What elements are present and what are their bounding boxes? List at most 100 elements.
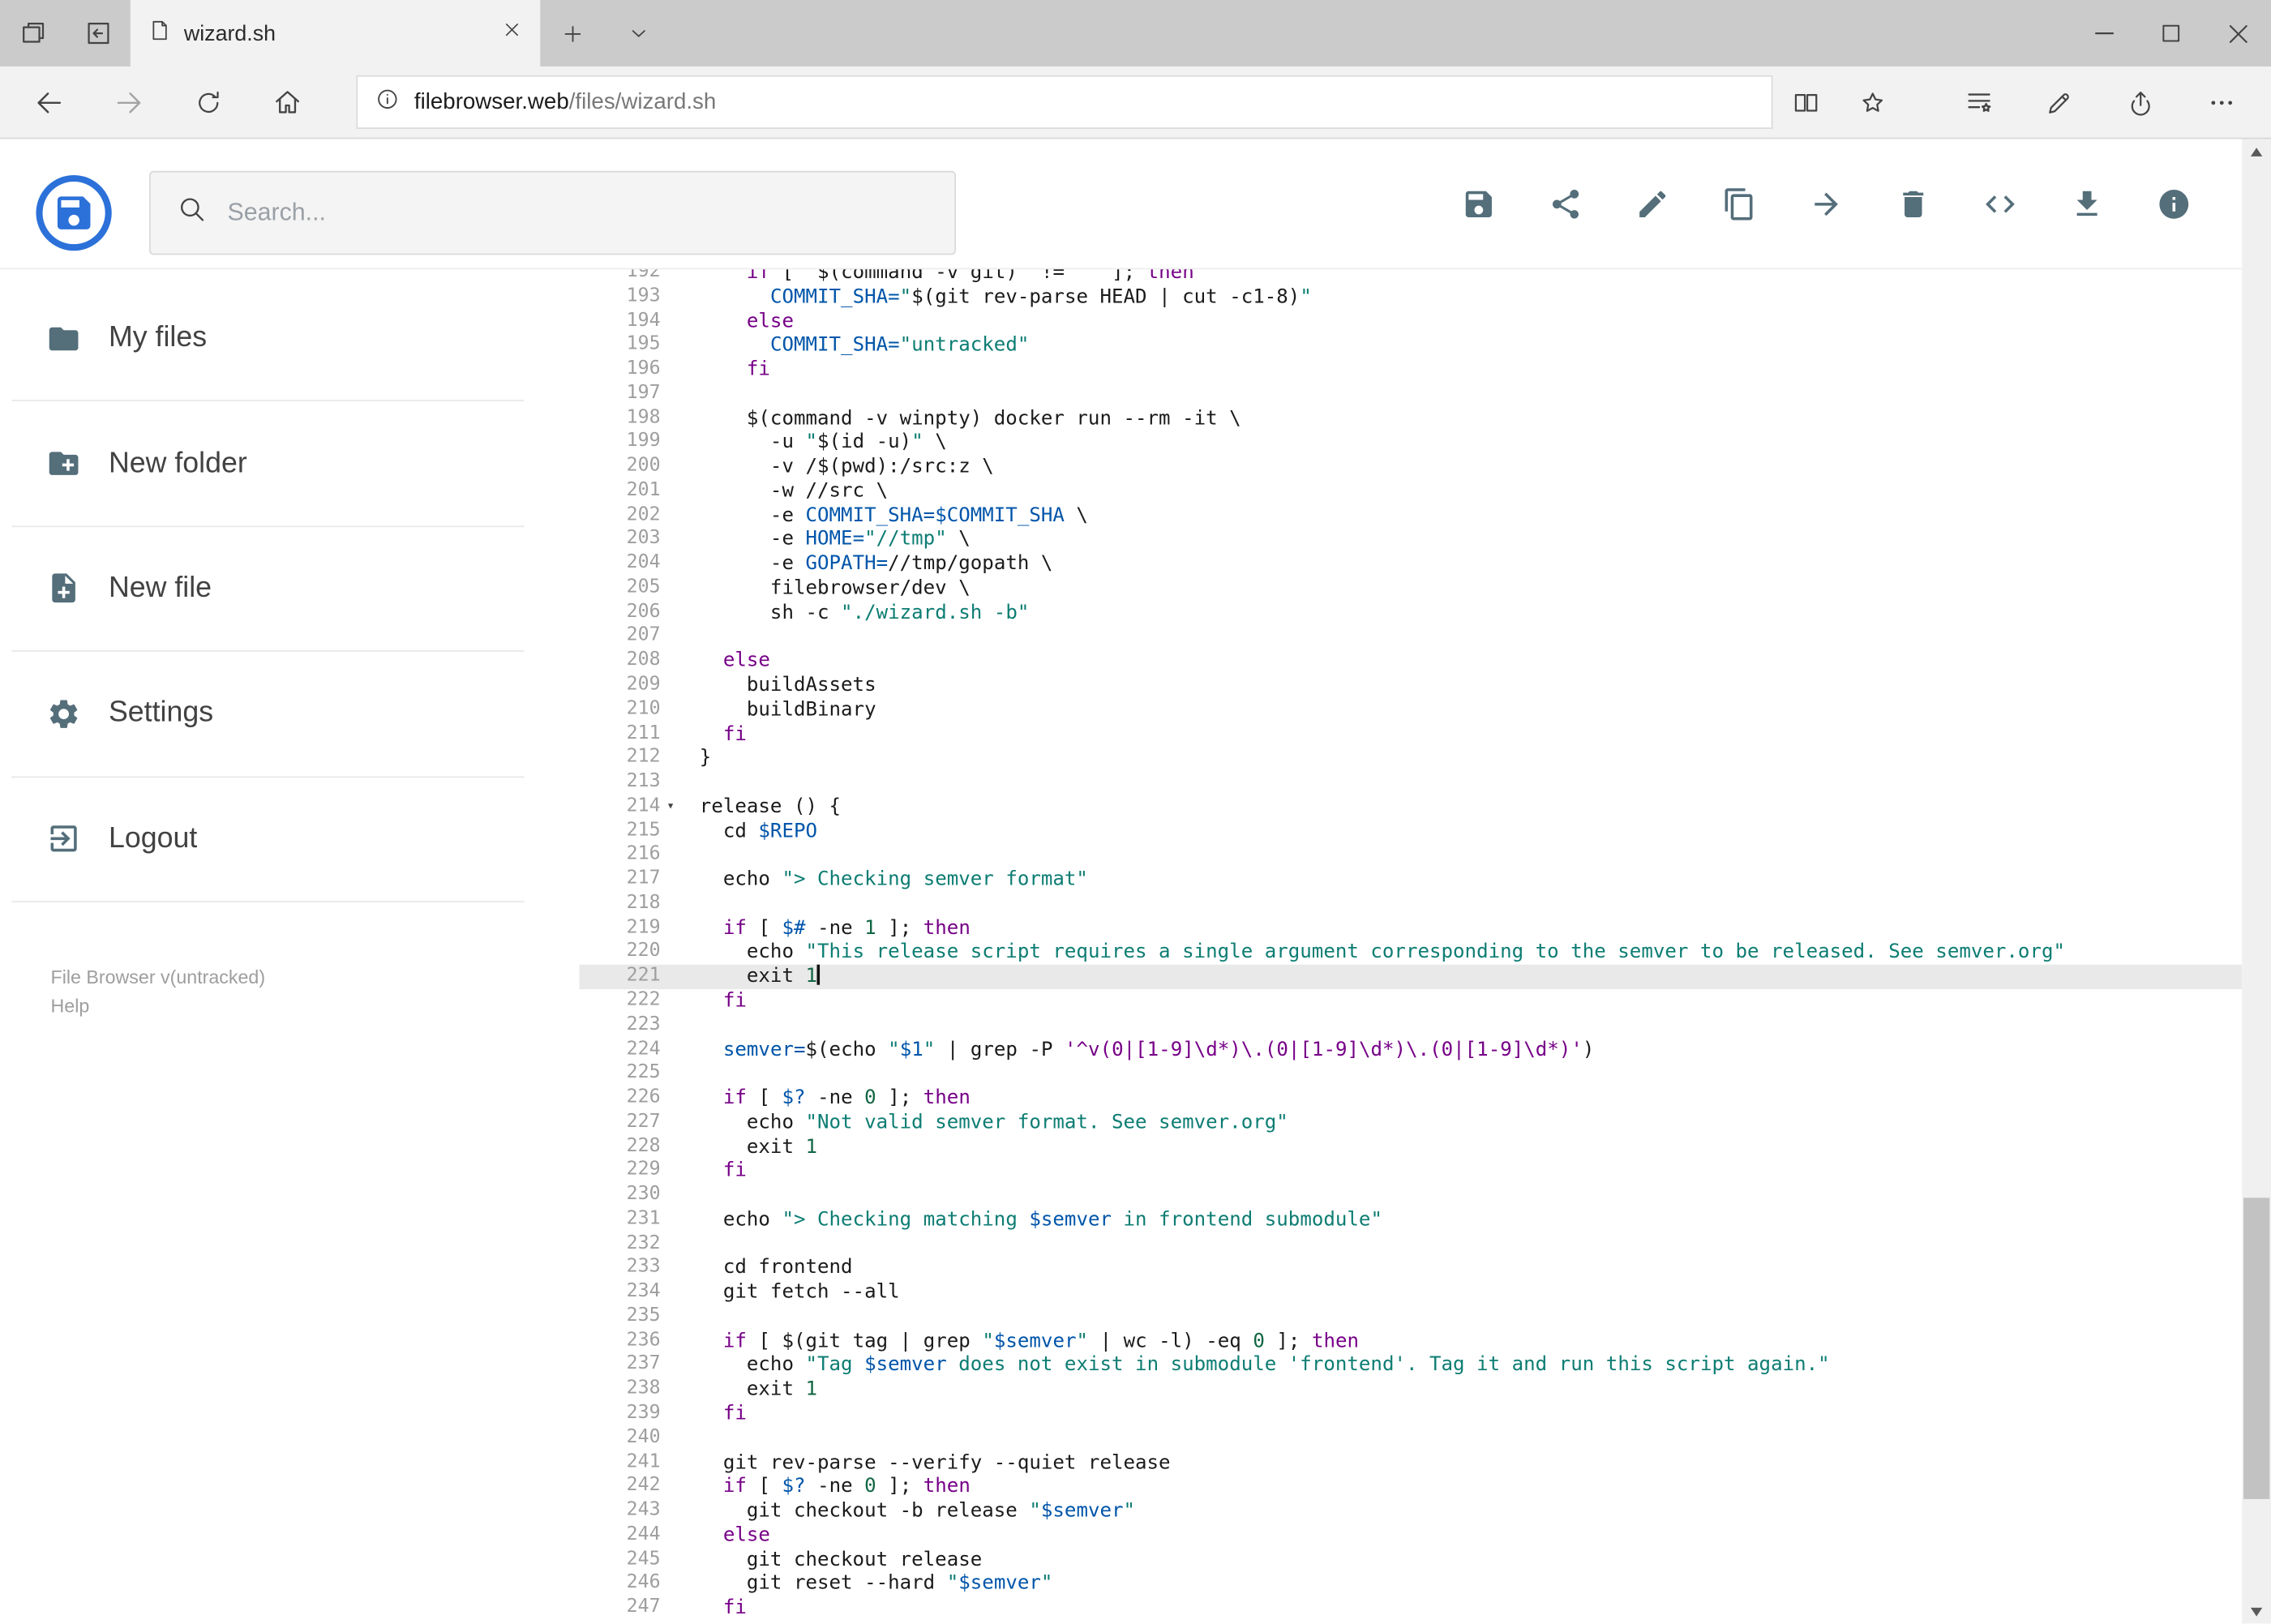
code-line[interactable]: 219 if [ $# -ne 1 ]; then: [580, 916, 2243, 941]
code-line[interactable]: 210 buildBinary: [580, 698, 2243, 722]
maximize-button[interactable]: [2138, 0, 2205, 66]
code-line[interactable]: 226 if [ $? -ne 0 ]; then: [580, 1086, 2243, 1111]
code-line[interactable]: 247 fi: [580, 1596, 2243, 1621]
code-line[interactable]: 240: [580, 1426, 2243, 1450]
sidebar-item-my-files[interactable]: My files: [11, 276, 525, 402]
save-button[interactable]: [1461, 186, 1496, 221]
code-line[interactable]: 243 git checkout -b release "$semver": [580, 1499, 2243, 1523]
code-line[interactable]: 214 ▾ release () {: [580, 795, 2243, 819]
new-tab-button[interactable]: [540, 0, 605, 66]
set-tabs-aside-icon[interactable]: [65, 0, 130, 66]
code-line[interactable]: 228 exit 1: [580, 1135, 2243, 1159]
code-line[interactable]: 197: [580, 382, 2243, 406]
tab-close-icon[interactable]: [501, 19, 523, 48]
tab-preview-icon[interactable]: [0, 0, 65, 66]
code-line[interactable]: 237 echo "Tag $semver does not exist in …: [580, 1353, 2243, 1378]
refresh-button[interactable]: [168, 66, 247, 138]
fold-marker-icon[interactable]: ▾: [661, 795, 681, 819]
code-line[interactable]: 227 echo "Not valid semver format. See s…: [580, 1111, 2243, 1135]
code-line[interactable]: 213: [580, 770, 2243, 795]
code-line[interactable]: 217 echo "> Checking semver format": [580, 868, 2243, 892]
move-button[interactable]: [1809, 186, 1844, 221]
code-line[interactable]: 246 git reset --hard "$semver": [580, 1572, 2243, 1596]
search-input[interactable]: [227, 198, 955, 228]
code-line[interactable]: 193 COMMIT_SHA="$(git rev-parse HEAD | c…: [580, 285, 2243, 309]
back-button[interactable]: [9, 66, 88, 138]
code-line[interactable]: 200 -v /$(pwd):/src:z \: [580, 455, 2243, 479]
code-line[interactable]: 202 -e COMMIT_SHA=$COMMIT_SHA \: [580, 503, 2243, 528]
code-line[interactable]: 233 cd frontend: [580, 1256, 2243, 1280]
code-view-button[interactable]: [1983, 186, 2018, 221]
code-line[interactable]: 199 -u "$(id -u)" \: [580, 431, 2243, 455]
scroll-up-icon[interactable]: [2242, 139, 2271, 163]
code-line[interactable]: 234 git fetch --all: [580, 1280, 2243, 1305]
scrollbar-thumb[interactable]: [2243, 1198, 2270, 1499]
code-line[interactable]: 205 filebrowser/dev \: [580, 576, 2243, 601]
code-editor[interactable]: 192 if [ "$(command -v git)" != "" ]; th…: [579, 269, 2243, 1624]
close-button[interactable]: [2205, 0, 2271, 66]
code-line[interactable]: 195 COMMIT_SHA="untracked": [580, 333, 2243, 358]
sidebar-item-new-file[interactable]: New file: [11, 527, 525, 653]
code-line[interactable]: 198 $(command -v winpty) docker run --rm…: [580, 406, 2243, 431]
code-line[interactable]: 218: [580, 892, 2243, 916]
code-line[interactable]: 203 -e HOME="//tmp" \: [580, 528, 2243, 552]
code-line[interactable]: 194 else: [580, 309, 2243, 333]
browser-tab[interactable]: wizard.sh: [130, 0, 541, 67]
favorite-star-icon[interactable]: [1840, 66, 1906, 138]
code-line[interactable]: 224 semver=$(echo "$1" | grep -P '^v(0|[…: [580, 1038, 2243, 1062]
site-info-icon[interactable]: [375, 86, 400, 118]
code-line[interactable]: 235: [580, 1305, 2243, 1329]
url-field[interactable]: filebrowser.web/files/wizard.sh: [356, 75, 1773, 129]
code-line[interactable]: 222 fi: [580, 989, 2243, 1013]
sidebar-item-settings[interactable]: Settings: [11, 652, 525, 778]
code-line[interactable]: 231 echo "> Checking matching $semver in…: [580, 1208, 2243, 1232]
more-menu-icon[interactable]: [2181, 66, 2262, 138]
code-line[interactable]: 242 if [ $? -ne 0 ]; then: [580, 1475, 2243, 1499]
code-line[interactable]: 206 sh -c "./wizard.sh -b": [580, 601, 2243, 625]
code-line[interactable]: 208 else: [580, 649, 2243, 674]
code-line[interactable]: 241 git rev-parse --verify --quiet relea…: [580, 1450, 2243, 1475]
code-line[interactable]: 245 git checkout release: [580, 1548, 2243, 1572]
vertical-scrollbar[interactable]: [2242, 139, 2271, 1624]
web-note-pen-icon[interactable]: [2019, 66, 2100, 138]
code-line[interactable]: 215 cd $REPO: [580, 819, 2243, 843]
code-line[interactable]: 238 exit 1: [580, 1378, 2243, 1402]
favorites-hub-icon[interactable]: [1938, 66, 2019, 138]
code-line[interactable]: 220 echo "This release script requires a…: [580, 941, 2243, 965]
code-line[interactable]: 204 -e GOPATH=//tmp/gopath \: [580, 552, 2243, 576]
info-button[interactable]: [2157, 186, 2192, 221]
edit-button[interactable]: [1635, 186, 1670, 221]
code-line[interactable]: 236 if [ $(git tag | grep "$semver" | wc…: [580, 1329, 2243, 1353]
code-line[interactable]: 207: [580, 625, 2243, 649]
code-line[interactable]: 239 fi: [580, 1402, 2243, 1426]
code-line[interactable]: 212}: [580, 747, 2243, 771]
code-line[interactable]: 221 exit 1: [579, 965, 2243, 990]
code-line[interactable]: 216: [580, 843, 2243, 868]
code-line[interactable]: 209 buildAssets: [580, 674, 2243, 698]
delete-button[interactable]: [1896, 186, 1930, 221]
home-button[interactable]: [247, 66, 327, 138]
copy-button[interactable]: [1722, 186, 1757, 221]
code-line[interactable]: 196 fi: [580, 358, 2243, 382]
code-line[interactable]: 232: [580, 1232, 2243, 1257]
help-link[interactable]: Help: [51, 992, 580, 1022]
forward-button[interactable]: [88, 66, 168, 138]
sidebar-item-new-folder[interactable]: New folder: [11, 402, 525, 527]
minimize-button[interactable]: [2071, 0, 2137, 66]
reading-view-icon[interactable]: [1772, 66, 1839, 138]
code-line[interactable]: 244 else: [580, 1523, 2243, 1548]
share-page-icon[interactable]: [2100, 66, 2181, 138]
code-line[interactable]: 192 if [ "$(command -v git)" != "" ]; th…: [580, 269, 2243, 285]
sidebar-item-logout[interactable]: Logout: [11, 777, 525, 902]
share-button[interactable]: [1549, 186, 1583, 221]
scroll-down-icon[interactable]: [2242, 1600, 2271, 1624]
code-line[interactable]: 230: [580, 1184, 2243, 1208]
tab-list-chevron-icon[interactable]: [606, 0, 671, 66]
code-line[interactable]: 229 fi: [580, 1159, 2243, 1184]
search-box[interactable]: [148, 170, 956, 255]
code-line[interactable]: 201 -w //src \: [580, 479, 2243, 503]
code-line[interactable]: 211 fi: [580, 722, 2243, 747]
code-line[interactable]: 223: [580, 1013, 2243, 1038]
download-button[interactable]: [2070, 186, 2105, 221]
code-line[interactable]: 225: [580, 1062, 2243, 1086]
